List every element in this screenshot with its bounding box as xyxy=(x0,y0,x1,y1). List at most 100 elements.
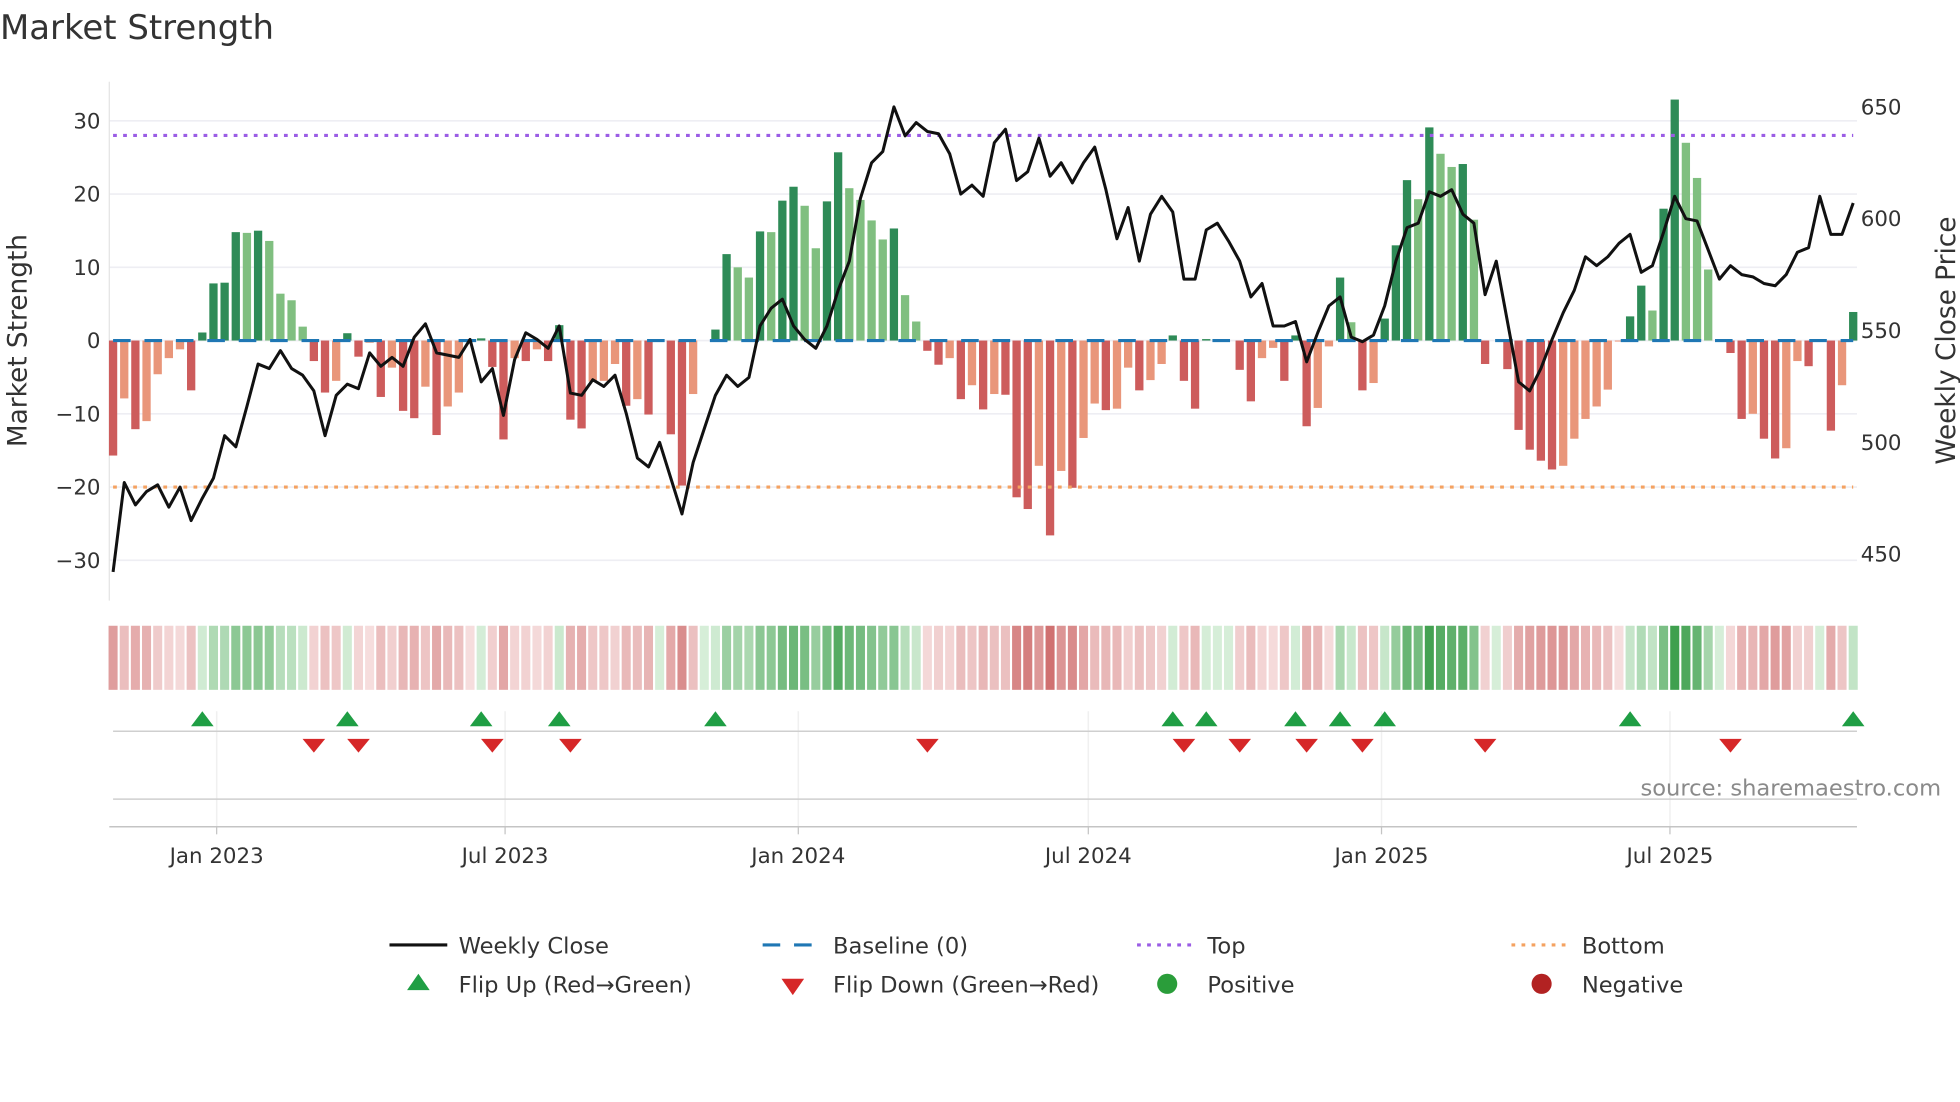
strength-bar xyxy=(1190,340,1200,409)
strength-bar xyxy=(588,340,597,382)
strip-cell xyxy=(1123,625,1133,690)
strength-bar xyxy=(711,329,720,341)
strip-cell xyxy=(376,625,386,690)
flip-up-marker xyxy=(1618,711,1642,727)
strength-bar xyxy=(1637,285,1646,341)
legend-label: Flip Up (Red→Green) xyxy=(459,973,692,999)
legend-label: Baseline (0) xyxy=(833,934,968,960)
strip-cell xyxy=(1268,625,1278,690)
strip-cell xyxy=(1324,625,1334,690)
legend-item-weekly-close[interactable]: Weekly Close xyxy=(389,934,609,960)
strength-bar xyxy=(1157,340,1166,364)
lower-panel-grid xyxy=(109,711,1857,828)
strength-bar xyxy=(633,340,642,400)
strength-bar xyxy=(1202,339,1211,341)
strip-cell xyxy=(766,625,776,690)
strip-cell xyxy=(1201,625,1211,690)
legend-item-baseline[interactable]: Baseline (0) xyxy=(762,934,968,960)
y-tick-label: −20 xyxy=(55,476,100,501)
strip-cell xyxy=(1056,625,1066,690)
strength-bar xyxy=(1235,340,1244,370)
strip-cell xyxy=(1424,625,1434,690)
flip-down-marker xyxy=(1295,738,1318,753)
strength-bar xyxy=(387,340,397,368)
strip-cell xyxy=(599,625,609,690)
strength-bar xyxy=(220,282,229,341)
strength-bar xyxy=(187,340,196,391)
x-ticks: Jan 2023 Jul 2023 Jan 2024 Jul 2024 Jan 2025… xyxy=(168,826,1713,869)
strength-bar xyxy=(1480,340,1490,364)
strength-bar xyxy=(912,321,921,341)
strip-cell xyxy=(287,625,297,690)
strip-cell xyxy=(1558,625,1568,690)
legend-item-top[interactable]: Top xyxy=(1137,934,1246,960)
y-tick-label: 30 xyxy=(73,109,100,134)
strip-cell xyxy=(1212,625,1222,690)
strength-bar xyxy=(253,230,263,341)
strip-cell xyxy=(443,625,453,690)
strip-cell xyxy=(989,625,999,690)
strength-bar xyxy=(1737,340,1746,419)
legend-item-negative[interactable]: Negative xyxy=(1531,973,1684,999)
strip-cell xyxy=(1815,625,1825,690)
strip-cell xyxy=(543,625,553,690)
strip-cell xyxy=(889,625,899,690)
strength-bar xyxy=(677,340,687,486)
strip-cell xyxy=(1759,625,1769,690)
strength-bar xyxy=(1425,127,1434,341)
strip-cell xyxy=(409,625,419,690)
legend-item-positive[interactable]: Positive xyxy=(1157,973,1295,999)
strength-bar xyxy=(477,338,486,341)
strip-cell xyxy=(1369,625,1379,690)
strip-cell xyxy=(1458,625,1468,690)
strength-bar xyxy=(1068,340,1077,488)
strip-cell xyxy=(1246,625,1256,690)
flip-down-marker xyxy=(347,738,370,753)
strength-bar xyxy=(454,340,464,393)
legend-item-flip-down[interactable]: Flip Down (Green→Red) xyxy=(781,973,1099,999)
strip-cell xyxy=(1302,625,1312,690)
legend-item-flip-up[interactable]: Flip Up (Red→Green) xyxy=(407,973,692,999)
strength-bar xyxy=(131,340,140,430)
strip-cell xyxy=(867,625,877,690)
strip-cell xyxy=(1012,625,1022,690)
strip-cell xyxy=(275,625,285,690)
flip-up-marker xyxy=(191,711,214,727)
y2-tick-label: 450 xyxy=(1861,543,1902,568)
strength-bar xyxy=(878,239,887,341)
strength-bar xyxy=(231,232,240,341)
strip-cell xyxy=(1179,625,1189,690)
strength-bar xyxy=(1837,340,1847,386)
strip-cell xyxy=(1480,625,1490,690)
strip-cell xyxy=(666,625,676,690)
strip-cell xyxy=(1357,625,1367,690)
strip-cell xyxy=(1157,625,1167,690)
strip-cell xyxy=(242,625,252,690)
strip-cell xyxy=(1748,625,1758,690)
strip-cell xyxy=(822,625,832,690)
y-tick-label: 20 xyxy=(73,183,100,208)
x-tick-label: Jul 2024 xyxy=(1043,844,1132,869)
strip-cell xyxy=(1703,625,1713,690)
strength-bar xyxy=(867,220,876,341)
flip-down-marker xyxy=(1473,738,1497,753)
strength-bar xyxy=(1692,177,1702,341)
strength-bar xyxy=(209,283,218,341)
strip-cell xyxy=(1235,625,1245,690)
strip-cell xyxy=(1692,625,1702,690)
strength-bar xyxy=(164,340,173,359)
legend-item-bottom[interactable]: Bottom xyxy=(1511,934,1665,960)
strength-bar xyxy=(1380,318,1389,341)
strip-cell xyxy=(1112,625,1122,690)
strip-cell xyxy=(1402,625,1412,690)
strength-bar xyxy=(990,340,999,395)
strength-bar xyxy=(889,228,899,341)
flip-down-marker xyxy=(481,738,504,753)
strength-bar xyxy=(1045,340,1055,536)
y-tick-label: −30 xyxy=(55,549,100,574)
strength-bar xyxy=(120,340,129,399)
flip-up-marker xyxy=(1841,711,1865,727)
strip-cell xyxy=(688,625,698,690)
strip-cell xyxy=(610,625,620,690)
strength-bar xyxy=(242,232,252,341)
